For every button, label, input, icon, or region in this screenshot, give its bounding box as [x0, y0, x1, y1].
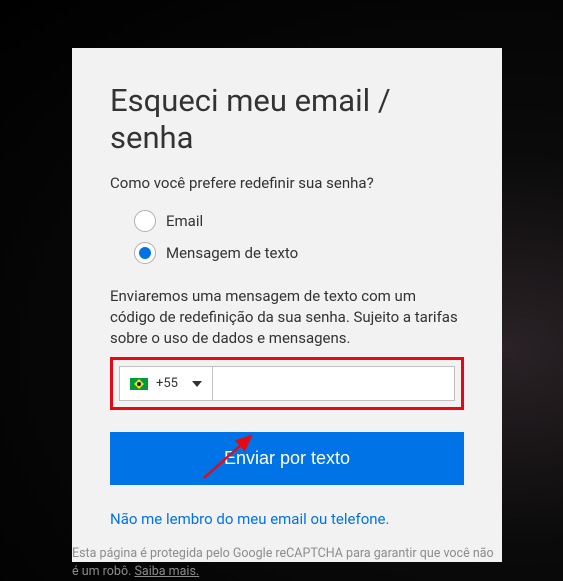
radio-label-sms: Mensagem de texto — [166, 244, 298, 262]
phone-number-input[interactable] — [213, 366, 455, 401]
reset-card: Esqueci meu email / senha Como você pref… — [72, 48, 502, 562]
radio-option-sms[interactable]: Mensagem de texto — [134, 242, 464, 264]
page-title: Esqueci meu email / senha — [110, 82, 464, 156]
brazil-flag-icon — [130, 378, 148, 390]
reset-method-group: Email Mensagem de texto — [134, 210, 464, 264]
forgot-email-phone-link[interactable]: Não me lembro do meu email ou telefone. — [110, 510, 389, 528]
dial-code: +55 — [156, 376, 178, 391]
radio-option-email[interactable]: Email — [134, 210, 464, 232]
phone-input-row: +55 — [110, 357, 464, 410]
radio-label-email: Email — [166, 212, 203, 230]
chevron-down-icon — [192, 381, 202, 387]
recaptcha-footer: Esta página é protegida pelo Google reCA… — [72, 545, 502, 580]
reset-method-question: Como você prefere redefinir sua senha? — [110, 174, 464, 192]
radio-icon — [134, 210, 156, 232]
country-code-select[interactable]: +55 — [119, 366, 213, 401]
radio-icon — [134, 242, 156, 264]
learn-more-link[interactable]: Saiba mais. — [134, 564, 199, 579]
submit-button[interactable]: Enviar por texto — [110, 432, 464, 485]
sms-instruction: Enviaremos uma mensagem de texto com um … — [110, 286, 464, 349]
